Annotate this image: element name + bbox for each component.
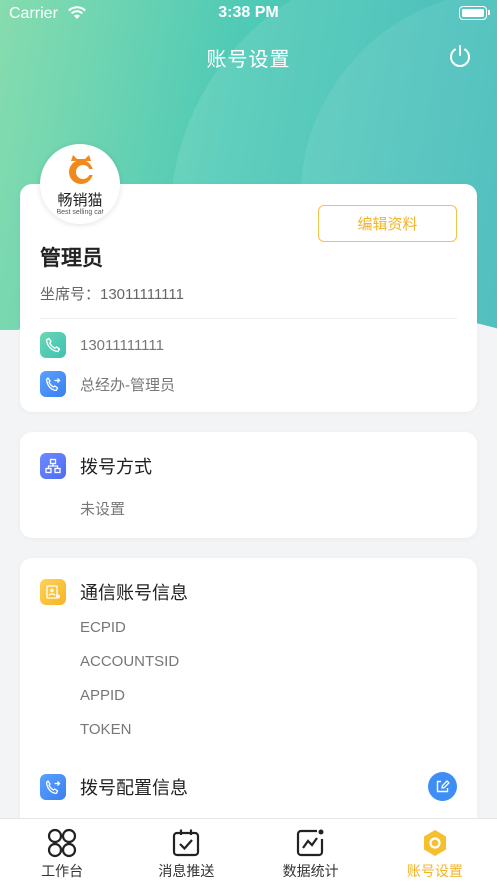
tab-workbench[interactable]: 工作台 (0, 819, 124, 883)
comm-account-title: 通信账号信息 (80, 583, 188, 604)
org-chart-icon (40, 453, 66, 479)
edit-profile-button[interactable]: 编辑资料 (318, 205, 457, 242)
dial-config-title: 拨号配置信息 (80, 778, 188, 799)
power-icon[interactable] (446, 42, 474, 70)
logo-text-en: Best selling cat (56, 209, 104, 216)
tab-messages[interactable]: 消息推送 (124, 819, 248, 883)
dial-method-header: 拨号方式 (40, 453, 152, 479)
edit-icon (436, 780, 450, 793)
field-ecpid: ECPID (80, 619, 126, 636)
call-forward-icon (40, 774, 66, 800)
tab-bar: 工作台 消息推送 数据统计 账号设置 (0, 818, 497, 883)
field-token: TOKEN (80, 721, 132, 738)
grid-icon (48, 828, 77, 858)
field-accountsid: ACCOUNTSID (80, 653, 180, 670)
user-name: 管理员 (40, 246, 103, 270)
seat-number: 坐席号：13011111111 (40, 286, 184, 303)
id-card-icon (40, 579, 66, 605)
comm-account-card: 通信账号信息 ECPID ACCOUNTSID APPID TOKEN 拨号配置… (20, 558, 477, 828)
page-title: 账号设置 (206, 49, 291, 71)
call-forward-icon (40, 371, 66, 397)
battery-icon (459, 6, 490, 20)
dial-method-card[interactable]: 拨号方式 未设置 (20, 432, 477, 538)
dial-method-title: 拨号方式 (80, 457, 152, 478)
dial-method-value: 未设置 (80, 501, 126, 518)
tab-label: 数据统计 (282, 864, 339, 880)
tab-label: 工作台 (41, 864, 84, 880)
tab-label: 消息推送 (158, 864, 215, 880)
cat-logo-icon (69, 155, 95, 184)
dial-config-header: 拨号配置信息 (40, 774, 188, 800)
clock: 3:38 PM (218, 4, 279, 21)
chart-icon (296, 829, 324, 857)
field-appid: APPID (80, 687, 126, 704)
department-role: 总经办-管理员 (80, 376, 175, 394)
hexagon-icon (423, 830, 446, 856)
phone-row: 13011111111 (40, 332, 164, 358)
phone-number: 13011111111 (80, 336, 164, 354)
edit-dial-config-button[interactable] (428, 772, 457, 801)
tab-statistics[interactable]: 数据统计 (249, 819, 373, 883)
divider (40, 318, 457, 319)
avatar[interactable]: 畅销猫 Best selling cat (40, 144, 120, 224)
comm-account-header: 通信账号信息 (40, 579, 188, 605)
phone-icon (40, 332, 66, 358)
status-bar: Carrier 3:38 PM (0, 0, 497, 30)
tab-label: 账号设置 (406, 864, 463, 880)
department-row: 总经办-管理员 (40, 371, 175, 397)
logo-text-cn: 畅销猫 (57, 191, 103, 209)
tab-account-settings[interactable]: 账号设置 (373, 819, 497, 883)
checkbox-icon (173, 829, 200, 857)
